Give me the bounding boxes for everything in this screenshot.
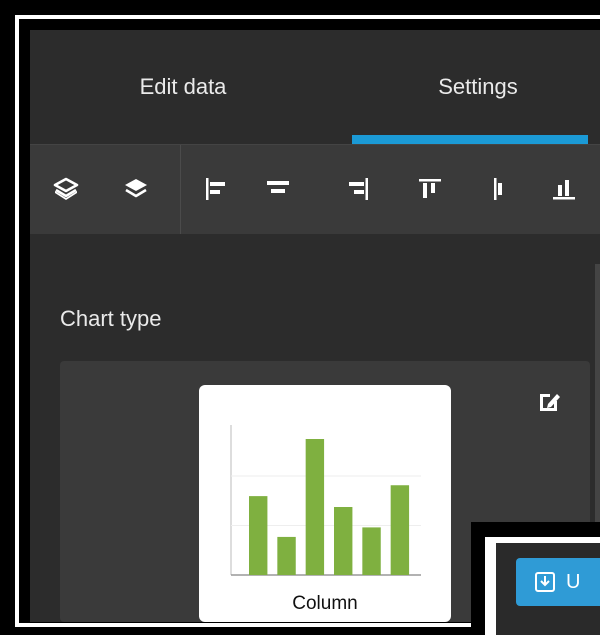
update-button[interactable]: U	[516, 558, 600, 606]
tab-edit-data-label: Edit data	[139, 74, 227, 99]
chart-type-heading: Chart type	[60, 306, 162, 331]
active-tab-indicator	[352, 135, 588, 144]
align-left-icon[interactable]	[202, 175, 230, 203]
tab-edit-data[interactable]: Edit data	[30, 30, 336, 144]
tab-settings-label: Settings	[438, 74, 518, 99]
chart-type-preview[interactable]: Column	[199, 385, 451, 622]
tab-settings[interactable]: Settings	[336, 30, 600, 144]
preview-bar	[334, 507, 353, 575]
align-top-icon[interactable]	[416, 175, 444, 203]
align-right-icon[interactable]	[344, 175, 372, 203]
align-bottom-icon[interactable]	[550, 175, 578, 203]
chart-type-label: Column	[292, 593, 358, 614]
tab-bar: Edit data Settings	[30, 30, 600, 144]
update-button-label: U	[566, 570, 581, 593]
download-icon	[535, 572, 555, 592]
preview-bar	[362, 527, 381, 575]
edit-chart-type-icon[interactable]	[535, 388, 563, 416]
align-center-horizontal-icon[interactable]	[264, 175, 292, 203]
toolbar-divider	[180, 145, 181, 235]
preview-bar	[305, 439, 325, 575]
align-center-vertical-icon[interactable]	[485, 175, 513, 203]
column-chart-preview	[230, 425, 421, 576]
preview-bar	[277, 536, 296, 575]
layers-bring-forward-icon[interactable]	[52, 175, 80, 203]
preview-bar	[249, 496, 268, 575]
layers-send-backward-icon[interactable]	[122, 175, 150, 203]
arrange-toolbar	[30, 144, 600, 235]
preview-bar	[390, 485, 410, 575]
